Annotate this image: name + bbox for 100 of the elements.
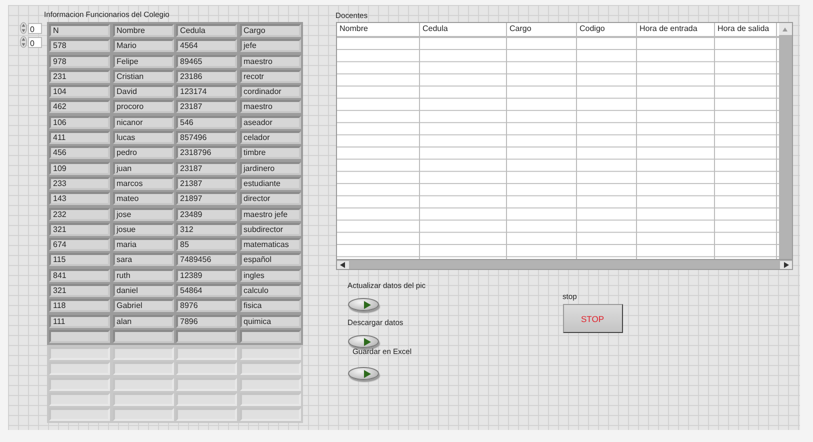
array-cell[interactable]: 4564 bbox=[176, 39, 237, 52]
array-cell[interactable]: Gabriel bbox=[112, 299, 174, 312]
array-cell[interactable]: 23187 bbox=[176, 162, 237, 175]
column-header[interactable]: Hora de entrada bbox=[636, 23, 714, 36]
column-header[interactable]: Cargo bbox=[506, 23, 576, 36]
column-header[interactable]: Hora de salida bbox=[714, 23, 776, 36]
array-cell[interactable]: 118 bbox=[49, 299, 110, 312]
array-cell[interactable]: aseador bbox=[240, 116, 300, 129]
array-cell[interactable]: ingles bbox=[240, 268, 300, 282]
horizontal-scrollbar[interactable] bbox=[336, 259, 792, 269]
toggle-switch[interactable] bbox=[348, 367, 378, 380]
array-cell[interactable]: 21897 bbox=[176, 192, 237, 206]
array-cell[interactable]: 232 bbox=[49, 208, 110, 221]
array-cell[interactable]: maestro bbox=[240, 54, 300, 68]
array-cell[interactable]: fisica bbox=[240, 299, 300, 312]
array-cell[interactable]: lucas bbox=[112, 131, 174, 144]
array-cell[interactable]: Cargo bbox=[240, 24, 300, 37]
array-cell[interactable]: 857496 bbox=[176, 131, 237, 144]
array-cell[interactable]: 89465 bbox=[176, 54, 237, 68]
array-cell[interactable]: subdirector bbox=[240, 222, 300, 236]
array-cell[interactable]: cordinador bbox=[240, 85, 300, 98]
array-cell[interactable]: Felipe bbox=[112, 54, 174, 68]
array-cell[interactable]: 115 bbox=[49, 253, 110, 266]
index-field[interactable]: 0 bbox=[28, 22, 42, 34]
array-cell[interactable]: 109 bbox=[49, 162, 110, 175]
array-cell[interactable]: 7489456 bbox=[176, 253, 237, 266]
array-cell[interactable]: jefe bbox=[240, 39, 300, 52]
vertical-scrollbar[interactable] bbox=[778, 23, 792, 259]
array-cell[interactable]: pedro bbox=[112, 146, 174, 160]
column-header[interactable]: Cedula bbox=[420, 23, 506, 36]
array-cell[interactable]: alan bbox=[112, 314, 174, 328]
array-cell[interactable]: nicanor bbox=[112, 116, 174, 129]
array-cell[interactable]: Cristian bbox=[112, 70, 174, 83]
array-cell[interactable]: 462 bbox=[49, 100, 110, 114]
array-cell[interactable]: Cedula bbox=[176, 24, 237, 37]
array-cell[interactable]: 546 bbox=[176, 116, 237, 129]
array-cell[interactable]: 21387 bbox=[176, 176, 237, 190]
array-cell[interactable]: 106 bbox=[49, 116, 110, 129]
array-cell[interactable]: 411 bbox=[49, 131, 110, 144]
column-header[interactable]: Codigo bbox=[576, 23, 636, 36]
array-cell[interactable]: español bbox=[240, 253, 300, 266]
array-cell[interactable]: 233 bbox=[49, 176, 110, 190]
array-cell[interactable]: marcos bbox=[112, 176, 174, 190]
array-cell[interactable]: maria bbox=[112, 238, 174, 252]
array-cell[interactable]: 104 bbox=[49, 85, 110, 98]
array-cell[interactable]: josue bbox=[112, 222, 174, 236]
array-cell[interactable]: recotr bbox=[240, 70, 300, 83]
array-cell[interactable]: 978 bbox=[49, 54, 110, 68]
array-cell[interactable]: estudiante bbox=[240, 176, 300, 190]
array-cell[interactable]: ruth bbox=[112, 268, 174, 282]
array-cell[interactable]: timbre bbox=[240, 146, 300, 160]
array-cell[interactable]: celador bbox=[240, 131, 300, 144]
up-arrow-icon[interactable] bbox=[782, 26, 788, 32]
array-cell[interactable]: 841 bbox=[49, 268, 110, 282]
array-cell[interactable]: 7896 bbox=[176, 314, 237, 328]
empty-cell[interactable] bbox=[49, 330, 110, 343]
array-cell[interactable]: daniel bbox=[112, 284, 174, 298]
array-cell[interactable]: 674 bbox=[49, 238, 110, 252]
array-cell[interactable]: N bbox=[49, 24, 110, 37]
array-cell[interactable]: 8976 bbox=[176, 299, 237, 312]
empty-cell[interactable] bbox=[240, 330, 300, 343]
array-cell[interactable]: jose bbox=[112, 208, 174, 221]
spinner-icon[interactable] bbox=[20, 22, 27, 34]
array-cell[interactable]: 456 bbox=[49, 146, 110, 160]
array-cell[interactable]: 23489 bbox=[176, 208, 237, 221]
array-cell[interactable]: 2318796 bbox=[176, 146, 237, 160]
array-cell[interactable]: 578 bbox=[49, 39, 110, 52]
array-cell[interactable]: David bbox=[112, 85, 174, 98]
array-cell[interactable]: maestro bbox=[240, 100, 300, 114]
array-cell[interactable]: 231 bbox=[49, 70, 110, 83]
array-cell[interactable]: 23187 bbox=[176, 100, 237, 114]
empty-cell[interactable] bbox=[176, 330, 237, 343]
array-cell[interactable]: jardinero bbox=[240, 162, 300, 175]
array-cell[interactable]: 12389 bbox=[176, 268, 237, 282]
array-cell[interactable]: calculo bbox=[240, 284, 300, 298]
array-cell[interactable]: quimica bbox=[240, 314, 300, 328]
array-cell[interactable]: 23186 bbox=[176, 70, 237, 83]
array-cell[interactable]: 321 bbox=[49, 284, 110, 298]
array-cell[interactable]: 54864 bbox=[176, 284, 237, 298]
toggle-switch[interactable] bbox=[348, 298, 378, 311]
column-header[interactable]: Nombre bbox=[336, 23, 420, 36]
empty-cell[interactable] bbox=[112, 330, 174, 343]
array-cell[interactable]: 111 bbox=[49, 314, 110, 328]
array-cell[interactable]: matematicas bbox=[240, 238, 300, 252]
array-cell[interactable]: 143 bbox=[49, 192, 110, 206]
spinner-icon[interactable] bbox=[20, 36, 27, 48]
array-cell[interactable]: sara bbox=[112, 253, 174, 266]
array-cell[interactable]: Nombre bbox=[112, 24, 174, 37]
array-cell[interactable]: 123174 bbox=[176, 85, 237, 98]
toggle-switch[interactable] bbox=[348, 335, 378, 348]
array-cell[interactable]: 321 bbox=[49, 222, 110, 236]
array-cell[interactable]: procoro bbox=[112, 100, 174, 114]
array-cell[interactable]: Mario bbox=[112, 39, 174, 52]
array-cell[interactable]: juan bbox=[112, 162, 174, 175]
array-cell[interactable]: maestro jefe bbox=[240, 208, 300, 221]
array-cell[interactable]: director bbox=[240, 192, 300, 206]
index-field[interactable]: 0 bbox=[28, 36, 42, 48]
array-cell[interactable]: 312 bbox=[176, 222, 237, 236]
array-cell[interactable]: mateo bbox=[112, 192, 174, 206]
array-cell[interactable]: 85 bbox=[176, 238, 237, 252]
